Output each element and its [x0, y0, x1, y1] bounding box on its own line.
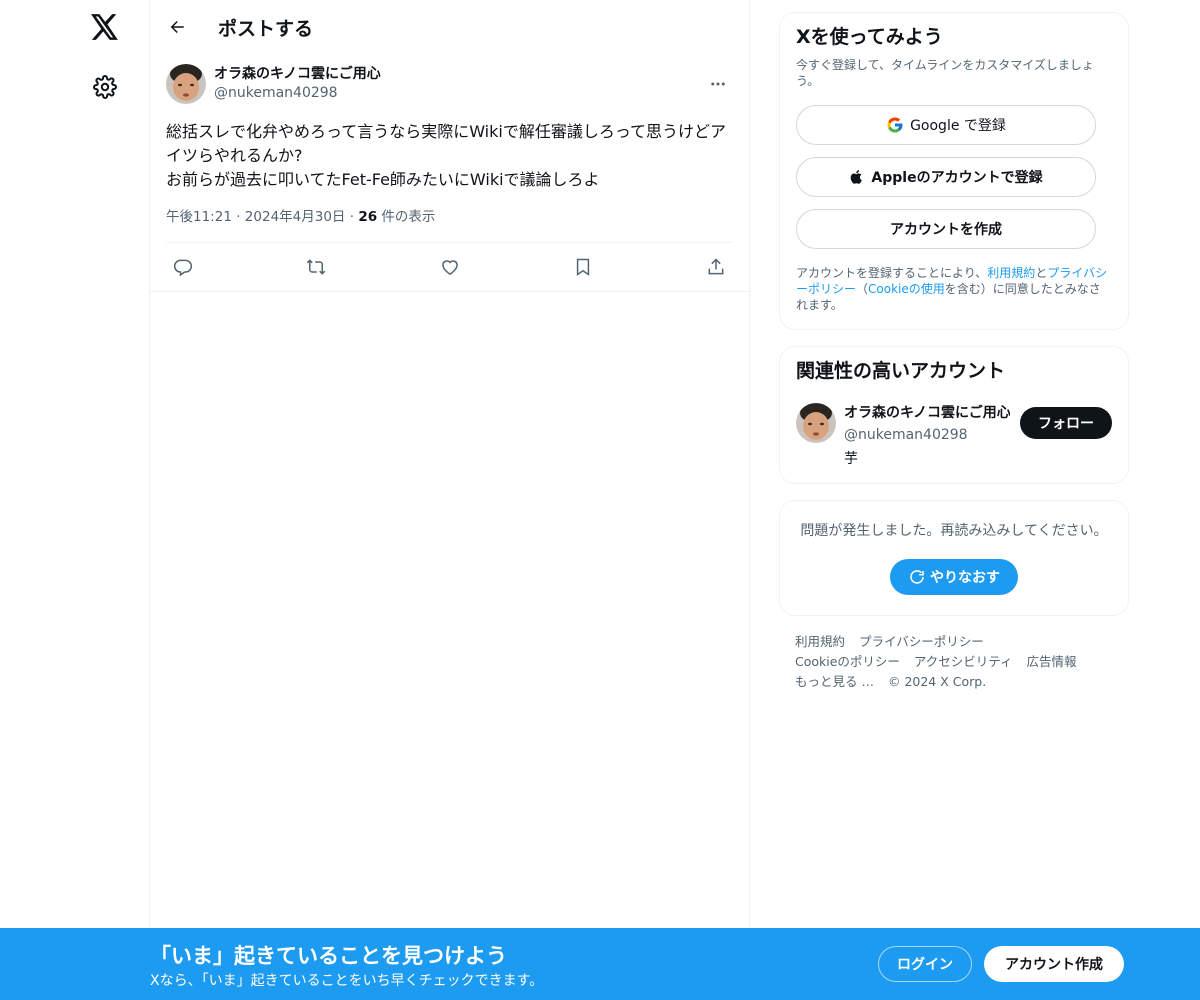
signup-subtitle: 今すぐ登録して、タイムラインをカスタマイズしましょう。 [796, 58, 1094, 88]
bookmark-icon[interactable] [568, 252, 598, 282]
bottom-signup-bar: 「いま」起きていることを見つけよう Xなら、「いま」起きていることをいち早くチェ… [0, 928, 1200, 1000]
create-account-button[interactable]: アカウントを作成 [796, 209, 1096, 249]
bottom-bar-subtitle: Xなら、「いま」起きていることをいち早くチェックできます。 [150, 973, 544, 989]
author-handle[interactable]: @nukeman40298 [214, 83, 703, 103]
google-icon [886, 116, 904, 134]
footer-more-link[interactable]: もっと見る … [795, 674, 874, 689]
related-title: 関連性の高いアカウント [796, 360, 1006, 382]
login-button[interactable]: ログイン [878, 946, 972, 982]
apple-signup-button[interactable]: Appleのアカウントで登録 [796, 157, 1096, 197]
reply-icon[interactable] [168, 252, 198, 282]
header: ポストする [150, 0, 749, 54]
apple-signup-label: Appleのアカウントで登録 [871, 170, 1043, 186]
signup-button[interactable]: アカウント作成 [984, 946, 1124, 982]
related-accounts-card: 関連性の高いアカウント オラ森のキノコ雲にご用心 @nukeman40298 芋… [779, 346, 1129, 484]
divider [150, 291, 749, 292]
follow-button[interactable]: フォロー [1020, 407, 1112, 439]
gear-icon[interactable] [90, 72, 120, 102]
footer-privacy-link[interactable]: プライバシーポリシー [859, 634, 984, 649]
post-date[interactable]: 2024年4月30日 [245, 209, 346, 225]
google-signup-label: Google で登録 [910, 118, 1006, 134]
terms-link[interactable]: 利用規約 [987, 266, 1035, 280]
retry-label: やりなおす [930, 570, 1000, 586]
right-sidebar: Xを使ってみよう 今すぐ登録して、タイムラインをカスタマイズしましょう。 Goo… [779, 12, 1129, 692]
cookie-link[interactable]: Cookieの使用 [868, 282, 945, 296]
footer-ads-link[interactable]: 広告情報 [1027, 654, 1077, 669]
views-count: 26 [358, 209, 378, 225]
legal-text: アカウントを登録することにより、 [796, 266, 988, 280]
bottom-bar-title: 「いま」起きていることを見つけよう [150, 944, 507, 968]
post-author: オラ森のキノコ雲にご用心 @nukeman40298 [166, 62, 733, 106]
avatar[interactable] [166, 64, 206, 104]
legal-text: （ [856, 282, 869, 296]
post-meta: 午後11:21 · 2024年4月30日 · 26 件の表示 [166, 206, 733, 228]
meta-separator: · [349, 209, 355, 225]
footer-terms-link[interactable]: 利用規約 [795, 634, 845, 649]
retry-button[interactable]: やりなおす [890, 559, 1018, 595]
legal-text: と [1035, 266, 1048, 280]
create-account-label: アカウントを作成 [890, 222, 1002, 238]
signup-card: Xを使ってみよう 今すぐ登録して、タイムラインをカスタマイズしましょう。 Goo… [779, 12, 1129, 330]
like-icon[interactable] [435, 252, 465, 282]
author-name[interactable]: オラ森のキノコ雲にご用心 [214, 65, 703, 83]
related-handle[interactable]: @nukeman40298 [844, 423, 1010, 447]
share-icon[interactable] [701, 252, 731, 282]
main-column: ポストする オラ森のキノコ雲にご用心 @nukeman40298 総括スレで化弁… [149, 0, 750, 1000]
post: オラ森のキノコ雲にご用心 @nukeman40298 総括スレで化弁やめろって言… [150, 62, 749, 292]
error-card: 問題が発生しました。再読み込みしてください。 やりなおす [779, 500, 1129, 616]
related-account[interactable]: オラ森のキノコ雲にご用心 @nukeman40298 芋 フォロー [796, 403, 1112, 471]
repost-icon[interactable] [301, 252, 331, 282]
related-name[interactable]: オラ森のキノコ雲にご用心 [844, 403, 1010, 423]
post-text: 総括スレで化弁やめろって言うなら実際にWikiで解任審議しろって思うけどアイツら… [166, 122, 727, 189]
google-signup-button[interactable]: Google で登録 [796, 105, 1096, 145]
post-actions [166, 243, 733, 291]
error-message: 問題が発生しました。再読み込みしてください。 [800, 523, 1108, 539]
apple-icon [849, 168, 865, 186]
left-nav [0, 0, 150, 1000]
avatar[interactable] [796, 403, 836, 443]
footer-cookie-link[interactable]: Cookieのポリシー [795, 654, 900, 669]
refresh-icon [908, 568, 926, 586]
legal-notice: アカウントを登録することにより、利用規約とプライバシーポリシー（Cookieの使… [796, 265, 1112, 313]
signup-title: Xを使ってみよう [796, 26, 943, 48]
arrow-left-icon[interactable] [162, 12, 192, 42]
meta-separator: · [236, 209, 241, 225]
post-time[interactable]: 午後11:21 [166, 209, 232, 225]
more-options-icon[interactable] [703, 69, 733, 99]
x-logo-icon[interactable] [88, 10, 122, 44]
footer-accessibility-link[interactable]: アクセシビリティ [914, 654, 1013, 669]
copyright: © 2024 X Corp. [887, 674, 987, 689]
page-title: ポストする [218, 17, 314, 40]
footer-links: 利用規約 プライバシーポリシー Cookieのポリシー アクセシビリティ 広告情… [779, 632, 1129, 692]
related-bio: 芋 [844, 451, 858, 467]
views-label: 件の表示 [381, 209, 436, 225]
